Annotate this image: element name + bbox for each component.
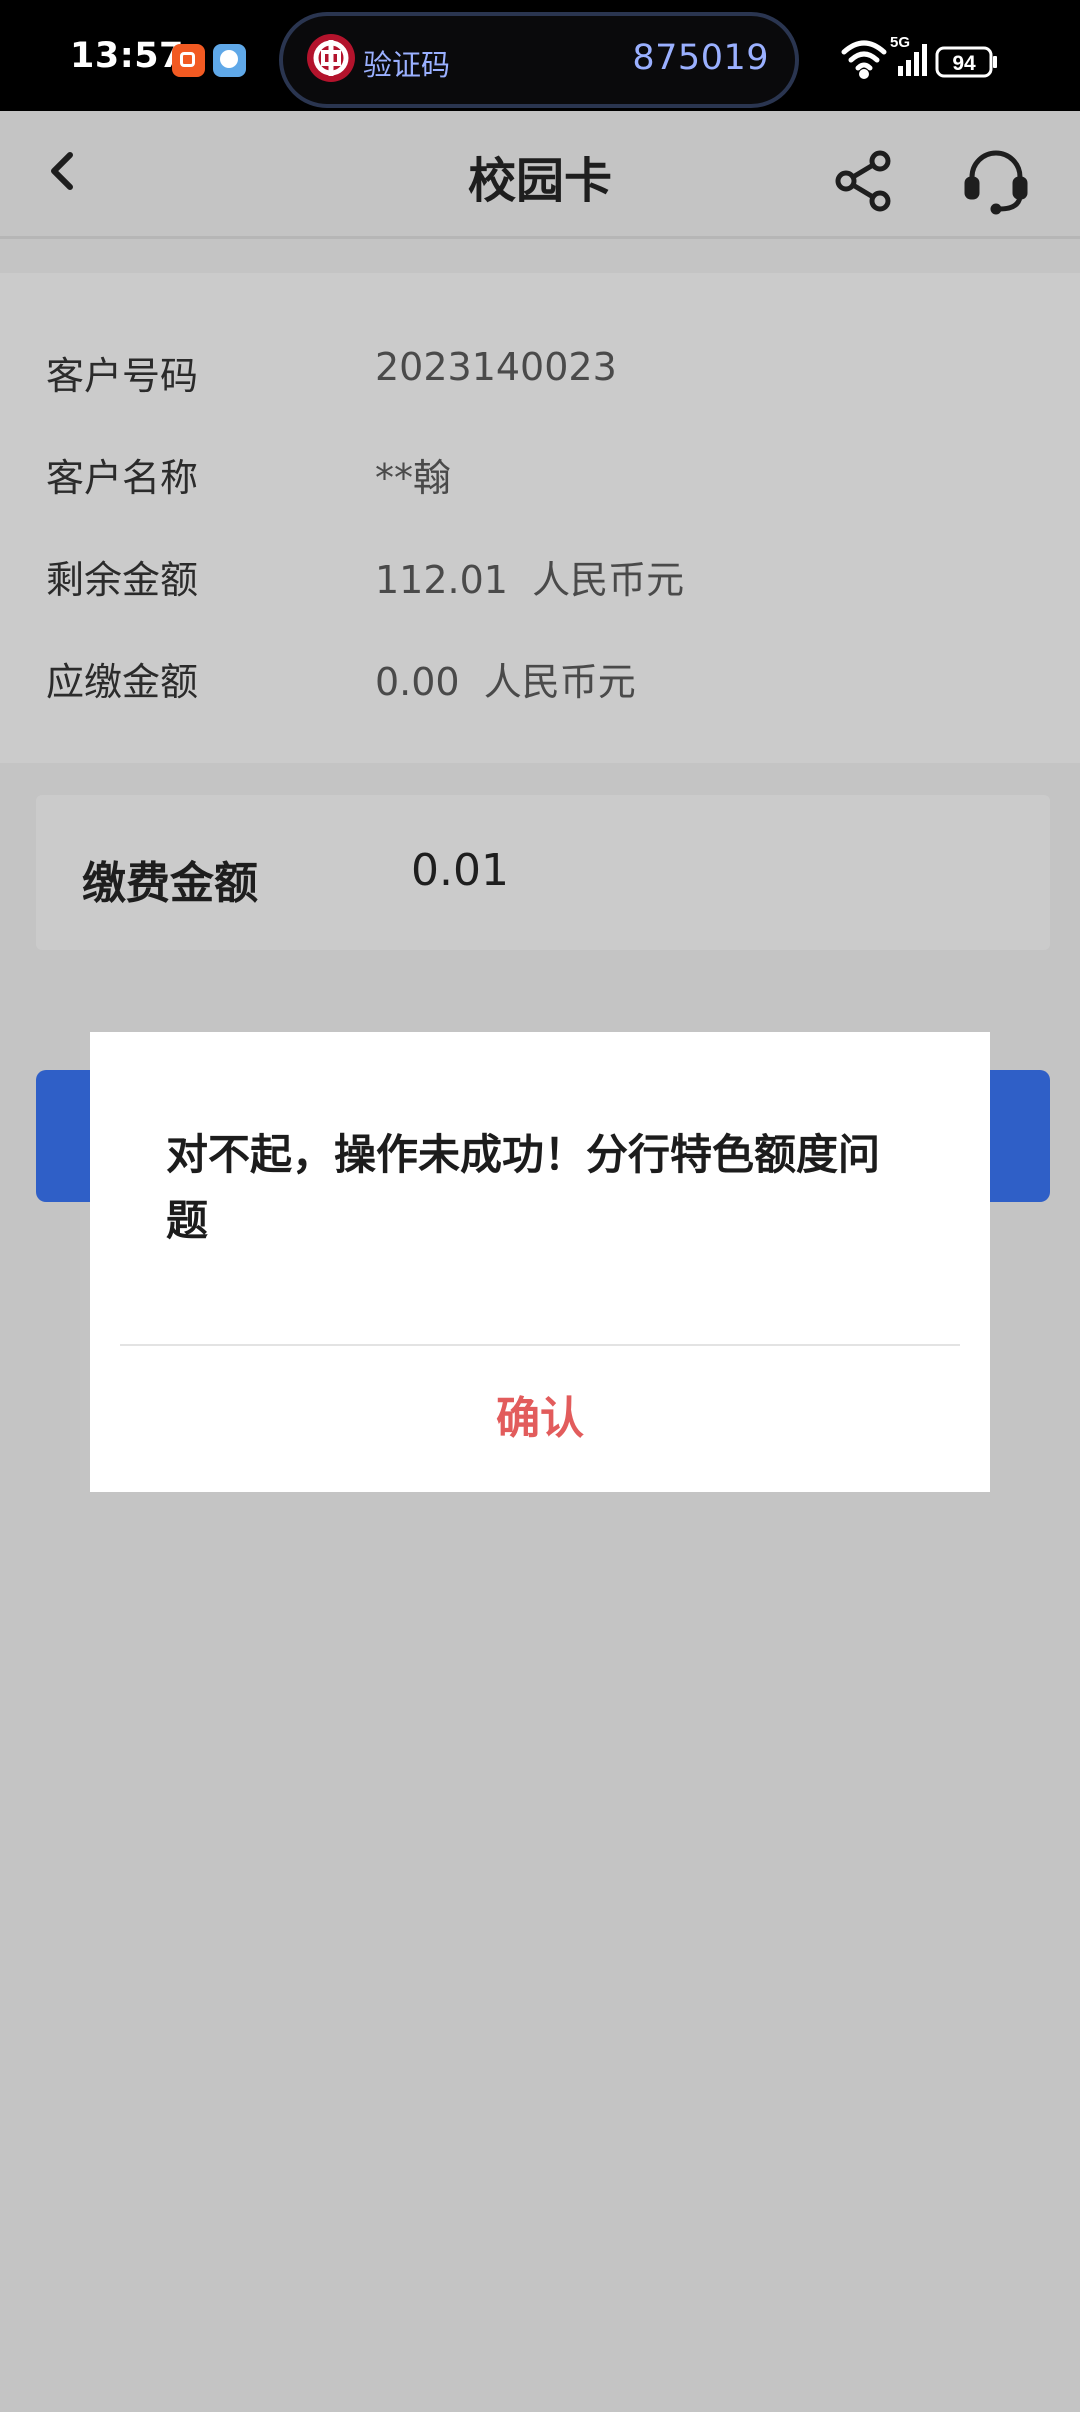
info-value: 0.00 人民币元: [375, 660, 636, 704]
error-dialog: 对不起，操作未成功！分行特色额度问题 确认: [90, 1032, 990, 1492]
verify-code-label: 验证码: [363, 48, 451, 82]
payment-amount-label: 缴费金额: [82, 858, 258, 909]
info-value: 112.01 人民币元: [375, 558, 685, 602]
verify-code-value: 875019: [632, 38, 769, 78]
wifi-icon: [841, 40, 887, 79]
battery-icon: 94: [935, 46, 997, 78]
info-row-customer-name: 客户名称 **翰: [0, 417, 1080, 519]
customer-service-icon: [964, 150, 1028, 215]
info-row-remaining-balance: 剩余金额 112.01 人民币元: [0, 519, 1080, 621]
verification-code-pill[interactable]: 验证码 875019: [279, 12, 799, 108]
svg-text:94: 94: [952, 52, 976, 75]
customer-info-card: 客户号码 2023140023 客户名称 **翰 剩余金额 112.01 人民币…: [0, 273, 1080, 763]
info-label: 剩余金额: [46, 558, 199, 602]
info-label: 客户名称: [46, 456, 199, 500]
info-row-customer-number: 客户号码 2023140023: [0, 315, 1080, 417]
info-value: 2023140023: [375, 345, 617, 389]
info-value: **翰: [375, 456, 452, 500]
payment-amount-input[interactable]: 0.01: [411, 845, 509, 896]
info-row-amount-due: 应缴金额 0.00 人民币元: [0, 621, 1080, 723]
page-title: 校园卡: [467, 153, 612, 209]
blue-app-icon: [213, 44, 246, 77]
payment-amount-field[interactable]: 缴费金额 0.01: [36, 795, 1050, 950]
info-label: 客户号码: [46, 354, 199, 398]
system-status-icons: 5G 94: [840, 30, 1020, 90]
customer-service-button[interactable]: [960, 145, 1032, 217]
info-label: 应缴金额: [46, 660, 199, 704]
navigation-bar: 校园卡: [0, 111, 1080, 239]
confirm-button[interactable]: 确认: [120, 1346, 960, 1492]
dialog-message: 对不起，操作未成功！分行特色额度问题: [166, 1130, 881, 1245]
svg-text:5G: 5G: [890, 34, 910, 51]
status-bar: 13:57 验证码 875019 5G 94: [0, 0, 1080, 111]
share-button[interactable]: [830, 147, 898, 215]
status-time: 13:57: [70, 36, 184, 76]
boc-logo-icon: [307, 34, 355, 82]
signal-icon: 5G: [890, 34, 927, 76]
share-icon: [835, 150, 891, 212]
orange-app-icon: [172, 44, 205, 77]
